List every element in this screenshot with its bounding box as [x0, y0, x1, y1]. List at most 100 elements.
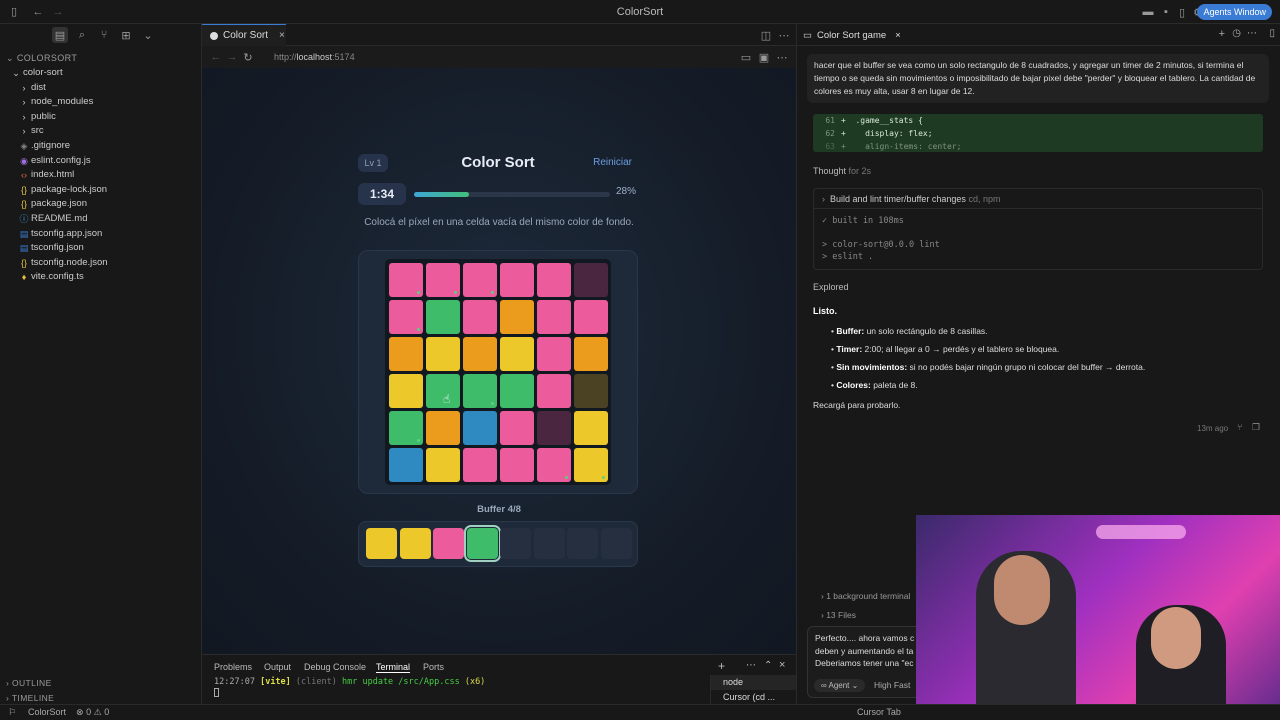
- buffer-slot[interactable]: [366, 528, 397, 559]
- panel-tab[interactable]: Problems: [214, 662, 252, 672]
- panel-icon[interactable]: ▯: [1174, 4, 1190, 20]
- file-tree-item[interactable]: › src: [0, 124, 201, 139]
- board-cell[interactable]: [389, 300, 423, 334]
- buffer-slot[interactable]: [533, 528, 565, 559]
- copy-icon[interactable]: ❐: [1252, 422, 1260, 433]
- explored-label[interactable]: Explored: [813, 282, 849, 292]
- file-tree-item[interactable]: ‹› index.html: [0, 168, 201, 183]
- file-tree-item[interactable]: › public: [0, 110, 201, 125]
- close-icon[interactable]: ×: [895, 30, 901, 41]
- sidebar-toggle-icon[interactable]: ▯: [6, 4, 22, 20]
- board-cell[interactable]: [574, 374, 608, 408]
- board-cell[interactable]: [537, 374, 571, 408]
- device-icon[interactable]: ▭: [738, 49, 754, 65]
- add-terminal-icon[interactable]: +: [718, 659, 725, 673]
- file-tree-item[interactable]: › dist: [0, 81, 201, 96]
- reload-icon[interactable]: ↻: [240, 49, 256, 65]
- file-tree-item[interactable]: {} package-lock.json: [0, 183, 201, 198]
- buffer-slot[interactable]: [433, 528, 464, 559]
- back-arrow-icon[interactable]: ←: [208, 49, 224, 65]
- more-icon[interactable]: ⋯: [746, 660, 756, 671]
- cursor-tab-status[interactable]: Cursor Tab: [857, 707, 901, 717]
- forward-arrow-icon[interactable]: →: [224, 49, 240, 65]
- board-cell[interactable]: [500, 374, 534, 408]
- board-cell[interactable]: [500, 448, 534, 482]
- board-cell[interactable]: [426, 337, 460, 371]
- model-selector[interactable]: High Fast: [874, 679, 910, 692]
- board-cell[interactable]: [574, 337, 608, 371]
- board-cell[interactable]: [500, 411, 534, 445]
- board-cell[interactable]: [574, 263, 608, 297]
- agent-mode-chip[interactable]: ∞ Agent ⌄: [814, 679, 866, 692]
- board-cell[interactable]: [389, 337, 423, 371]
- chevron-down-icon[interactable]: ⌄: [140, 27, 156, 43]
- file-tree-item[interactable]: ◉ eslint.config.js: [0, 154, 201, 169]
- buffer-slot[interactable]: [600, 528, 632, 559]
- user-message[interactable]: hacer que el buffer se vea como un solo …: [807, 54, 1269, 103]
- panel-tab[interactable]: Terminal: [376, 662, 411, 673]
- restart-button[interactable]: Reiniciar: [593, 154, 632, 172]
- board-cell[interactable]: [426, 263, 460, 297]
- board-cell[interactable]: [463, 300, 497, 334]
- board-cell[interactable]: [389, 263, 423, 297]
- panel-tab[interactable]: Output: [264, 662, 291, 672]
- board-cell[interactable]: [574, 411, 608, 445]
- extensions-icon[interactable]: ⊞: [118, 27, 134, 43]
- board-cell[interactable]: [426, 448, 460, 482]
- board-cell[interactable]: [574, 300, 608, 334]
- terminal-item-cursor[interactable]: Cursor (cd ...: [711, 690, 796, 705]
- chat-icon[interactable]: ▪: [1158, 4, 1174, 20]
- file-tree-item[interactable]: ◈ .gitignore: [0, 139, 201, 154]
- board-cell[interactable]: [537, 263, 571, 297]
- thought-label[interactable]: Thought for 2s: [813, 166, 871, 176]
- chat-tab[interactable]: ▭ Color Sort game ×: [803, 24, 901, 46]
- file-tree-item[interactable]: ▤ tsconfig.app.json: [0, 227, 201, 242]
- board-cell[interactable]: [537, 411, 571, 445]
- remote-icon[interactable]: ⚐: [8, 707, 16, 718]
- board-cell[interactable]: [500, 337, 534, 371]
- source-control-icon[interactable]: ⑂: [96, 27, 112, 43]
- board-cell[interactable]: [426, 411, 460, 445]
- split-editor-icon[interactable]: ◫: [758, 27, 774, 43]
- tab-color-sort[interactable]: Color Sort ×: [202, 24, 286, 46]
- file-tree-item[interactable]: ▤ tsconfig.json: [0, 241, 201, 256]
- status-problems[interactable]: ⊗ 0 ⚠ 0: [76, 707, 109, 718]
- background-terminal-row[interactable]: › 1 background terminal: [821, 591, 910, 601]
- agents-window-button[interactable]: Agents Window: [1197, 4, 1272, 20]
- outline-section[interactable]: › OUTLINE: [0, 676, 202, 691]
- screenshot-icon[interactable]: ▣: [756, 49, 772, 65]
- buffer-slot[interactable]: [567, 528, 598, 559]
- status-project[interactable]: ColorSort: [28, 707, 66, 717]
- close-icon[interactable]: ×: [279, 30, 285, 41]
- forward-arrow-icon[interactable]: →: [50, 4, 66, 20]
- board-cell[interactable]: [389, 448, 423, 482]
- maximize-icon[interactable]: ⌃: [764, 660, 772, 671]
- history-icon[interactable]: ◷: [1232, 28, 1241, 39]
- more-icon[interactable]: ⋯: [1247, 28, 1257, 39]
- panel-tab[interactable]: Debug Console: [304, 662, 366, 672]
- file-tree-item[interactable]: ⌄ color-sort: [0, 66, 201, 81]
- layout-icon[interactable]: ▬: [1140, 4, 1156, 20]
- files-row[interactable]: › 13 Files: [821, 610, 856, 620]
- panel-icon[interactable]: ▯: [1269, 28, 1275, 39]
- search-icon[interactable]: ⌕: [74, 27, 90, 43]
- url-field[interactable]: http://localhost:5174: [274, 52, 355, 62]
- explorer-root-label[interactable]: ⌄ COLORSORT: [0, 51, 201, 66]
- back-arrow-icon[interactable]: ←: [30, 4, 46, 20]
- buffer-slot[interactable]: [463, 525, 501, 562]
- terminal-item-node[interactable]: node: [711, 675, 796, 690]
- board-cell[interactable]: [463, 263, 497, 297]
- fork-icon[interactable]: ⑂: [1237, 422, 1242, 432]
- buffer-slot[interactable]: [399, 528, 431, 559]
- files-icon[interactable]: ▤: [52, 27, 68, 43]
- panel-tab[interactable]: Ports: [423, 662, 444, 672]
- new-chat-icon[interactable]: +: [1219, 28, 1225, 40]
- file-tree-item[interactable]: ⓘ README.md: [0, 212, 201, 227]
- board-cell[interactable]: [426, 300, 460, 334]
- board-cell[interactable]: [537, 448, 571, 482]
- board-cell[interactable]: [537, 337, 571, 371]
- board-cell[interactable]: [463, 374, 497, 408]
- board-cell[interactable]: [389, 411, 423, 445]
- board-cell[interactable]: [500, 300, 534, 334]
- more-icon[interactable]: ⋯: [774, 49, 790, 65]
